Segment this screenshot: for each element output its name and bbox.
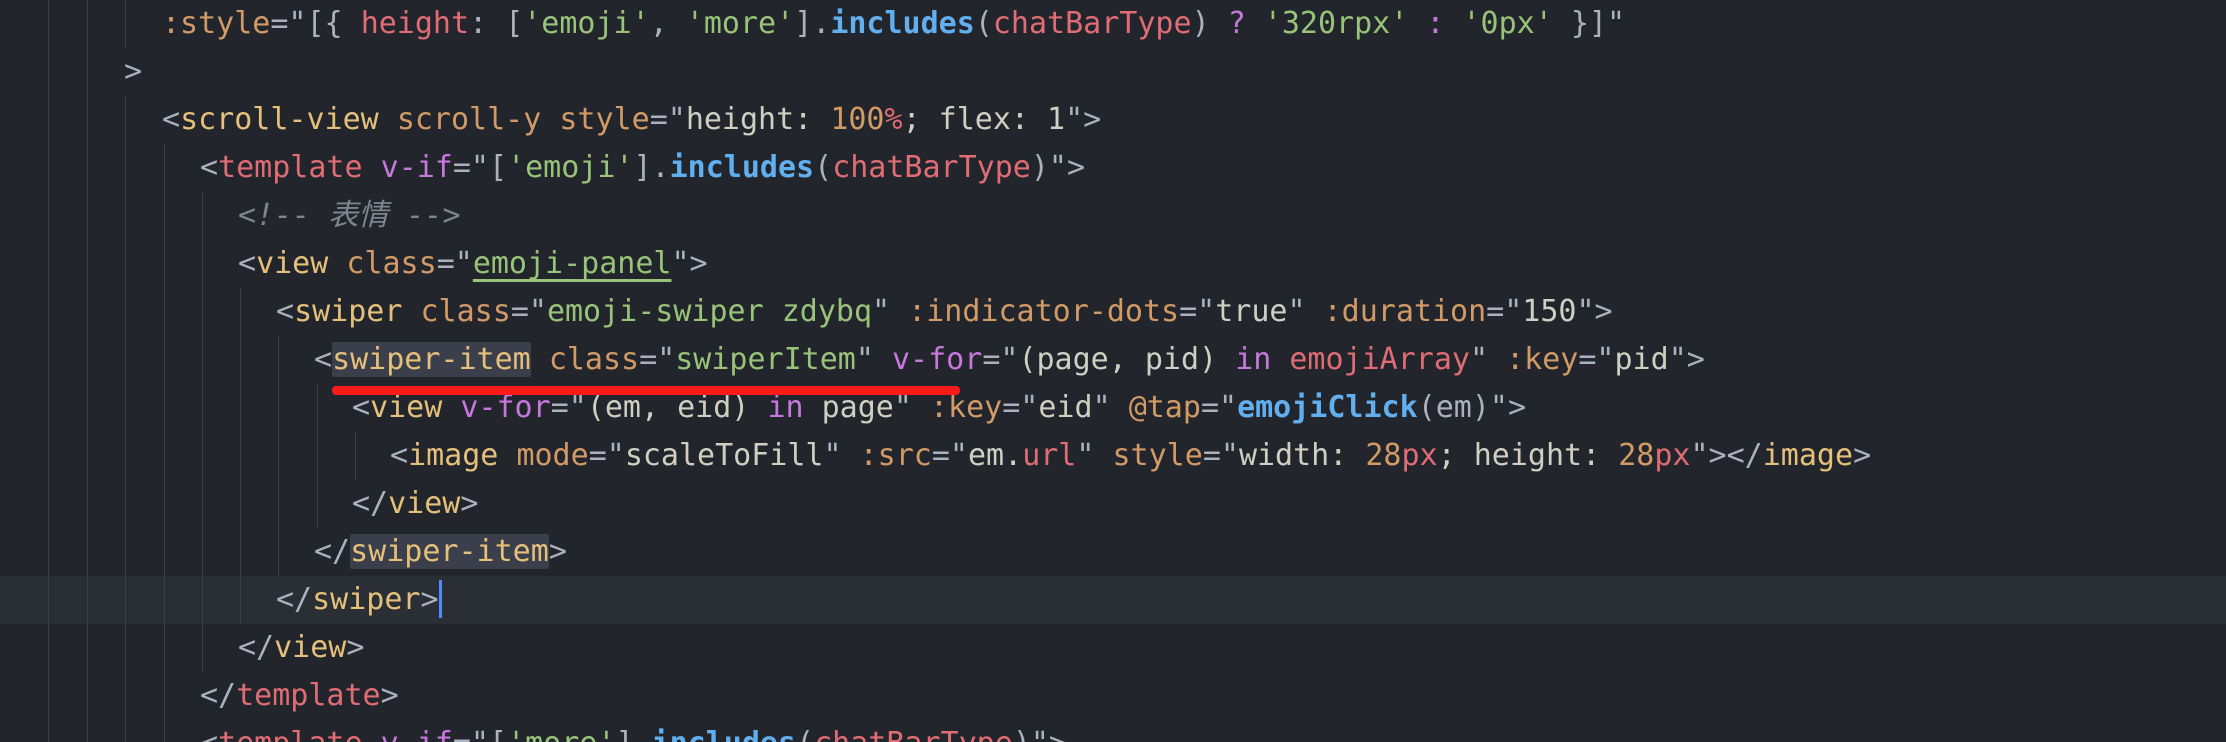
code-line[interactable]: <template v-if="['emoji'].includes(chatB… <box>0 144 2226 192</box>
text-cursor <box>438 579 442 618</box>
code-line[interactable]: <image mode="scaleToFill" :src="em.url" … <box>0 432 2226 480</box>
code-line[interactable]: <!-- 表情 --> <box>0 192 2226 240</box>
code-line[interactable]: :style="[{ height: ['emoji', 'more'].inc… <box>0 0 2226 48</box>
code-line[interactable]: </template> <box>0 672 2226 720</box>
code-line[interactable]: <view class="emoji-panel"> <box>0 240 2226 288</box>
code-line[interactable]: </swiper-item> <box>0 528 2226 576</box>
code-editor[interactable]: :style="[{ height: ['emoji', 'more'].inc… <box>0 0 2226 742</box>
code-line[interactable]: <swiper class="emoji-swiper zdybq" :indi… <box>0 288 2226 336</box>
code-line[interactable]: <scroll-view scroll-y style="height: 100… <box>0 96 2226 144</box>
code-line[interactable]: > <box>0 48 2226 96</box>
code-line[interactable]: </view> <box>0 624 2226 672</box>
code-line-current[interactable]: </swiper> <box>0 576 2226 624</box>
red-underline-annotation <box>332 386 960 395</box>
code-line[interactable]: <template v-if="['more'].includes(chatBa… <box>0 720 2226 742</box>
code-line[interactable]: </view> <box>0 480 2226 528</box>
code-line[interactable]: <swiper-item class="swiperItem" v-for="(… <box>0 336 2226 384</box>
